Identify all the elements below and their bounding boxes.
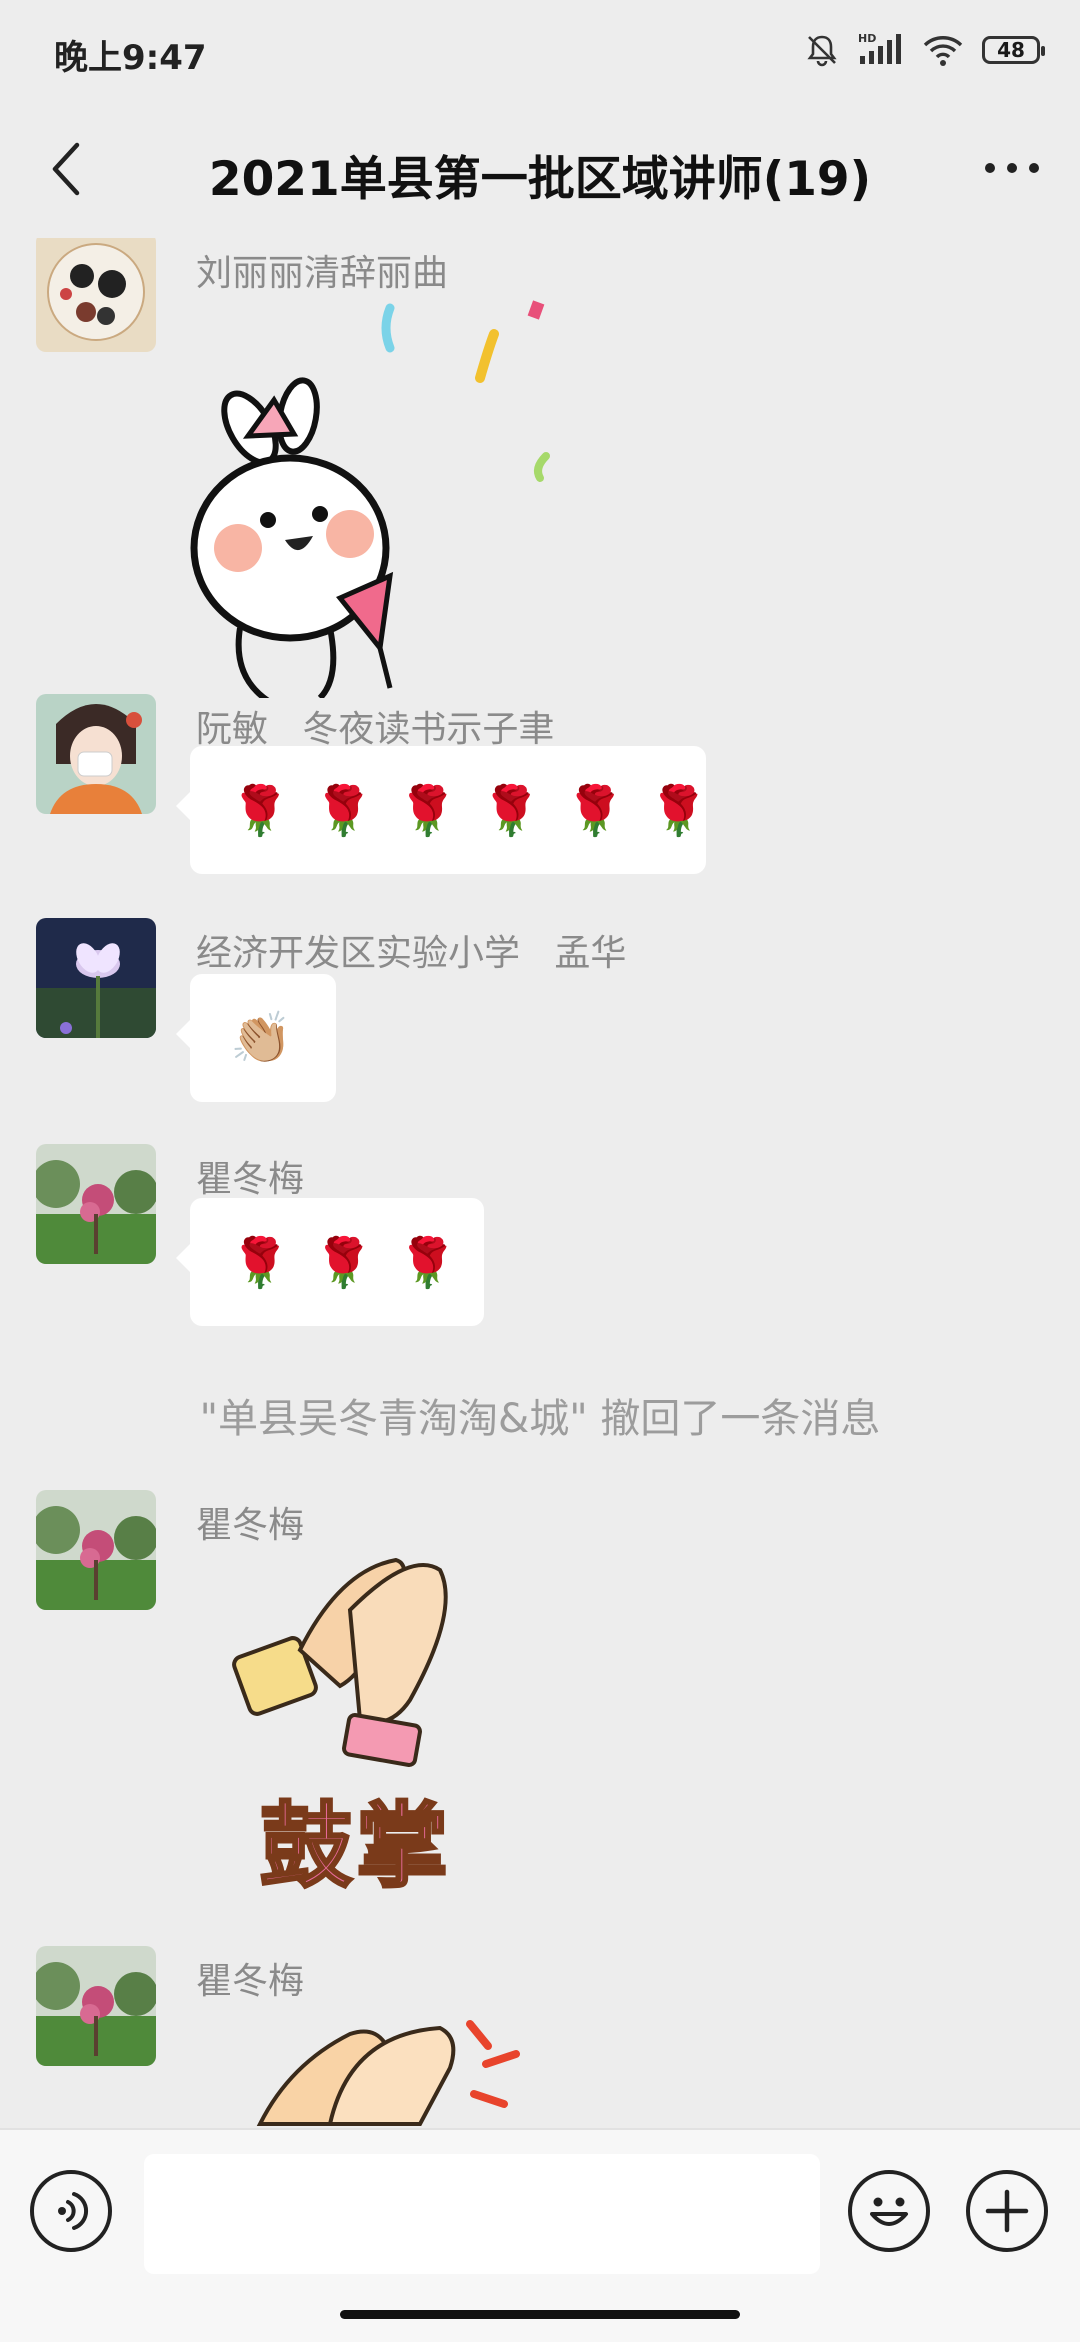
clapping-hands-sticker[interactable]: 鼓掌 <box>230 1550 520 1902</box>
sticker-caption: 鼓掌 <box>258 1792 453 1902</box>
avatar[interactable] <box>36 1144 156 1264</box>
avatar[interactable] <box>36 1490 156 1610</box>
message-list[interactable]: 刘丽丽清辞丽曲 阮敏 冬夜读书示子聿 🌹 🌹 🌹 🌹 🌹 🌹 经济开发区实验小学… <box>0 238 1080 2128</box>
more-dots-icon <box>985 163 1039 173</box>
sender-name: 阮敏 冬夜读书示子聿 <box>196 709 555 750</box>
clapping-emoji: 👏🏼 <box>230 1008 293 1067</box>
lotus-avatar-image <box>36 918 156 1038</box>
status-time: 晚上9:47 <box>54 38 207 78</box>
network-label: HD <box>858 32 876 45</box>
emoji-button[interactable] <box>848 2170 930 2252</box>
anime-girl-avatar-image <box>36 694 156 814</box>
status-icons: HD 48 <box>804 28 1045 72</box>
avatar[interactable] <box>36 1946 156 2066</box>
mute-bell-icon <box>807 35 837 67</box>
battery-level: 48 <box>997 38 1025 62</box>
voice-input-button[interactable] <box>30 2170 112 2252</box>
message-bubble[interactable]: 👏🏼 <box>176 974 336 1102</box>
more-options-button[interactable] <box>972 140 1052 196</box>
chat-header: 2021单县第一批区域讲师(19) <box>0 100 1080 238</box>
avatar[interactable] <box>36 694 156 814</box>
status-bar: 晚上9:47 HD 48 <box>0 0 1080 100</box>
message-bubble[interactable]: 🌹 🌹 🌹 🌹 🌹 🌹 <box>176 746 709 874</box>
rose-emoji: 🌹 <box>313 1234 374 1291</box>
rose-emoji: 🌹 <box>565 782 625 839</box>
garden-avatar-image <box>36 1490 156 1610</box>
garden-avatar-image <box>36 1946 156 2066</box>
home-indicator[interactable] <box>340 2310 740 2319</box>
clapping-hands-art <box>232 1557 448 1767</box>
avatar[interactable] <box>36 238 156 352</box>
celebrating-rabbit-sticker[interactable] <box>180 288 580 698</box>
back-button[interactable] <box>36 136 96 202</box>
rose-emoji: 🌹 <box>648 782 709 839</box>
rose-emoji: 🌹 <box>313 782 374 839</box>
chevron-left-icon <box>52 142 80 196</box>
rose-emoji: 🌹 <box>230 1234 290 1291</box>
avatar[interactable] <box>36 918 156 1038</box>
sender-name: 瞿冬梅 <box>196 1505 305 1546</box>
rose-emoji: 🌹 <box>397 1234 458 1291</box>
page-title: 2021单县第一批区域讲师(19) <box>208 152 872 207</box>
sender-name: 瞿冬梅 <box>196 1961 305 2002</box>
battery-icon: 48 <box>982 36 1045 64</box>
message-bubble[interactable]: 🌹 🌹 🌹 <box>176 1198 484 1326</box>
panda-avatar-image <box>36 238 156 352</box>
sender-name: 经济开发区实验小学 孟华 <box>196 933 627 974</box>
voice-icon <box>58 2192 89 2230</box>
clapping-hands-sticker[interactable] <box>250 2014 530 2128</box>
rose-emoji: 🌹 <box>397 782 458 839</box>
wifi-icon <box>923 36 963 66</box>
smile-icon <box>870 2197 908 2226</box>
recall-notice: "单县吴冬青淘淘&城" 撤回了一条消息 <box>199 1396 881 1442</box>
more-functions-button[interactable] <box>966 2170 1048 2252</box>
sender-name: 瞿冬梅 <box>196 1159 305 1200</box>
rose-emoji: 🌹 <box>481 782 542 839</box>
rose-emoji: 🌹 <box>230 782 290 839</box>
plus-icon <box>985 2189 1029 2233</box>
signal-icon: HD <box>858 32 901 64</box>
message-input[interactable] <box>144 2154 820 2274</box>
garden-avatar-image <box>36 1144 156 1264</box>
